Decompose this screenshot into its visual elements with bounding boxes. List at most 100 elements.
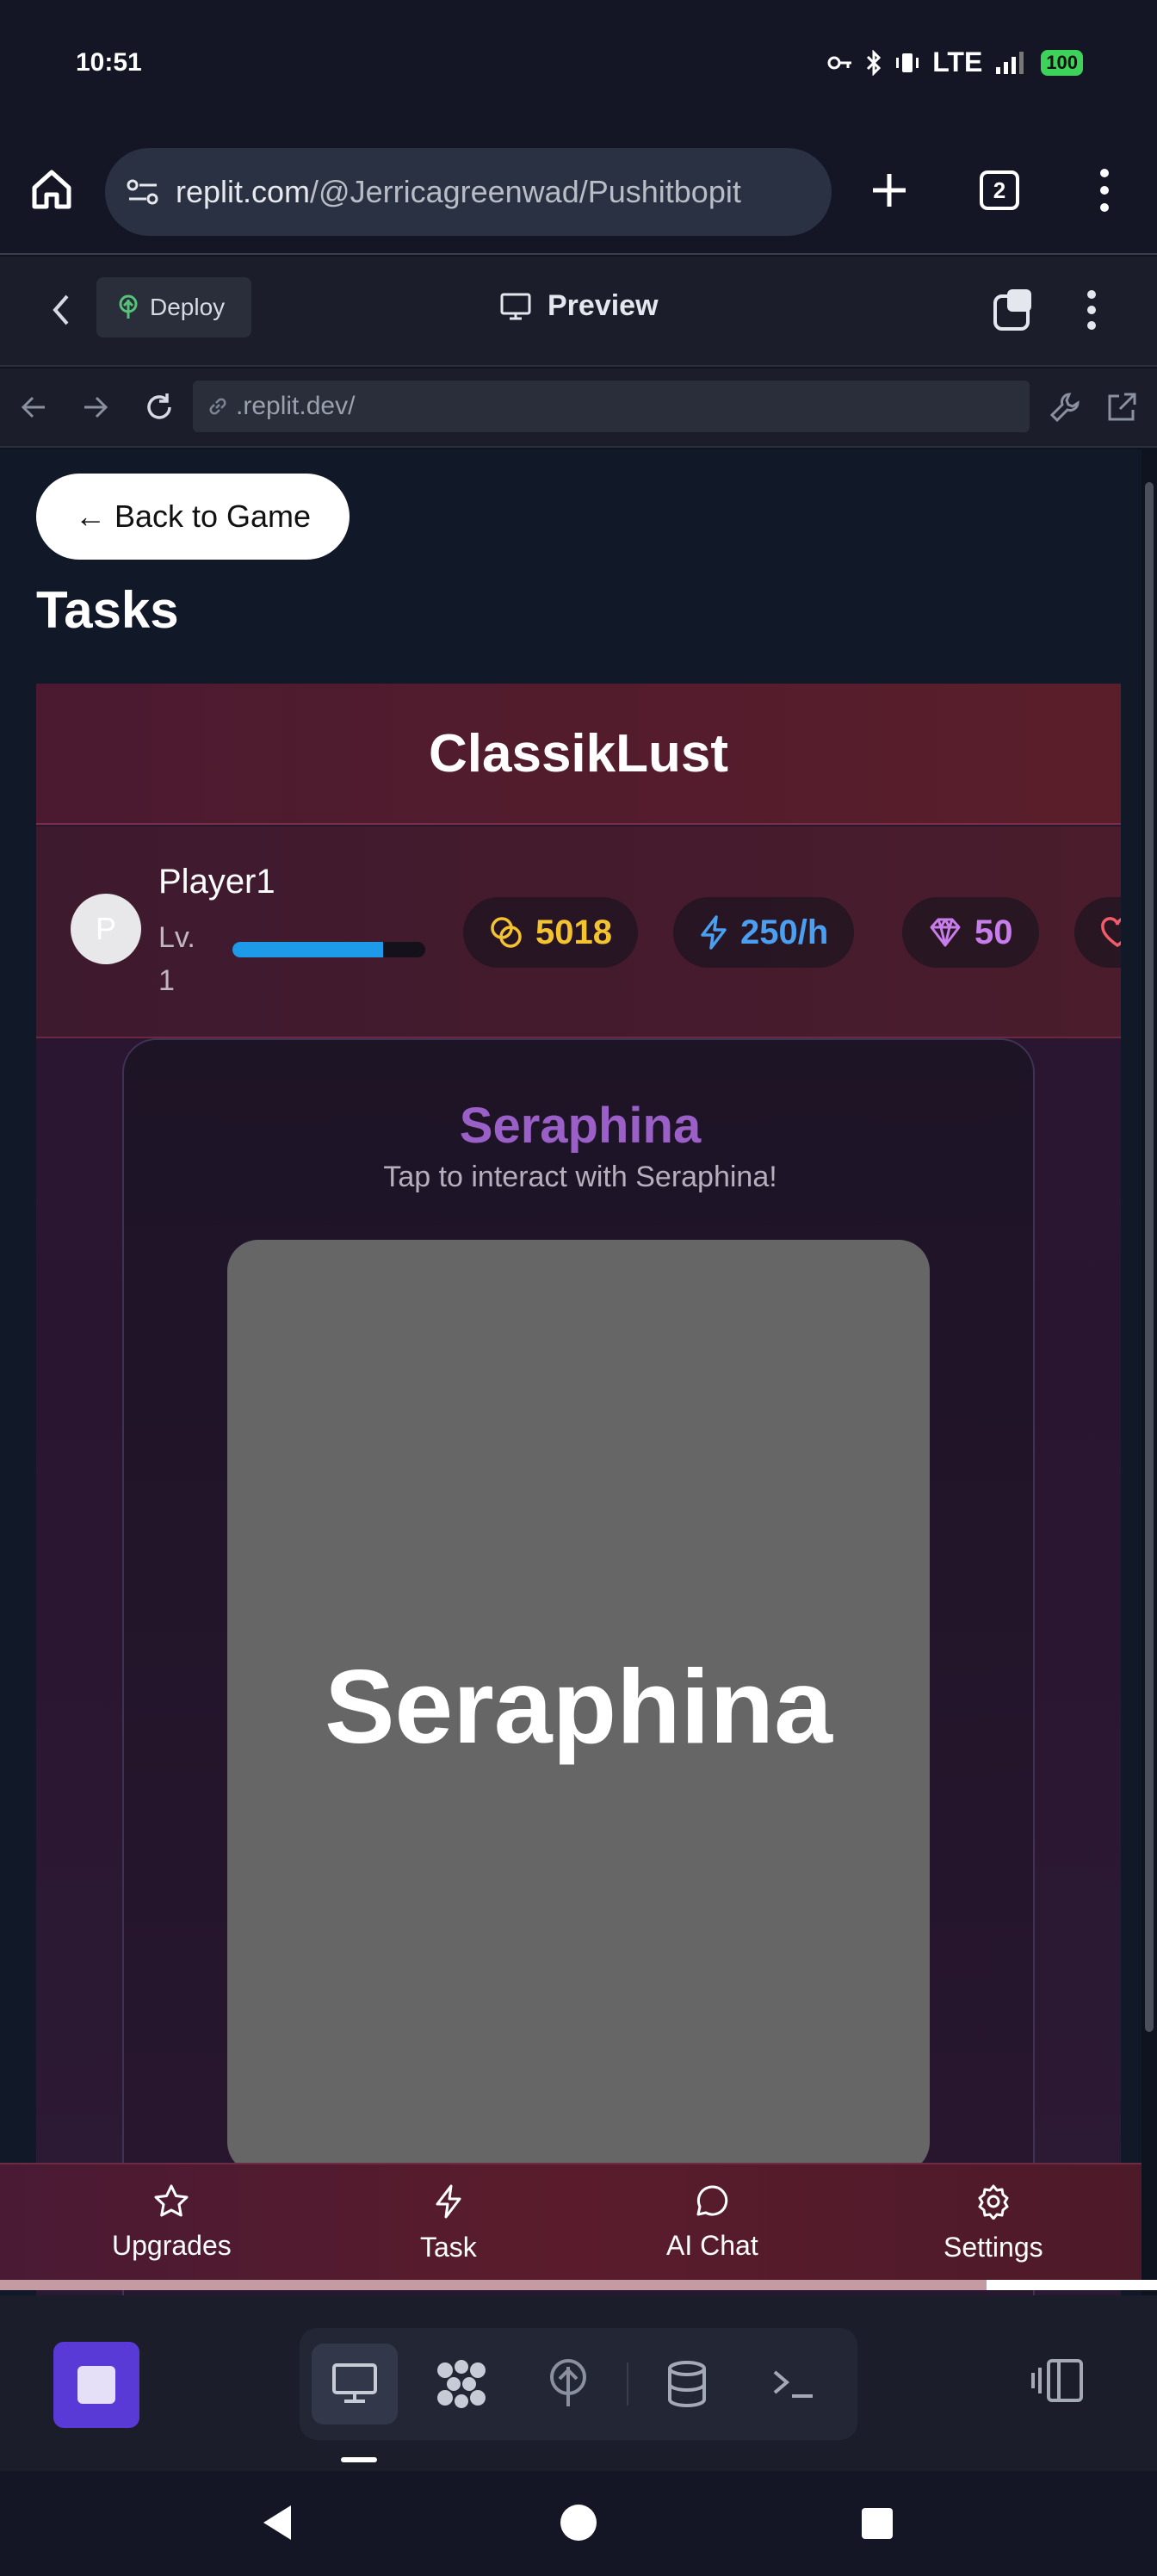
character-card: Seraphina Tap to interact with Seraphina…: [122, 1038, 1035, 2299]
nav-settings-label: Settings: [944, 2232, 1043, 2263]
preview-tab[interactable]: Preview: [499, 289, 659, 323]
hearts-chip: 4: [1074, 897, 1121, 968]
gems-value: 50: [974, 913, 1013, 951]
game-page: ← Back to Game Tasks ClassikLust P Playe…: [0, 449, 1142, 2299]
url-text: replit.com/@Jerricagreenwad/Pushitbopit: [176, 174, 741, 210]
tool-database[interactable]: [644, 2344, 730, 2424]
replit-toolbar: [0, 2295, 1157, 2471]
gem-icon: [930, 918, 961, 947]
home-icon[interactable]: [29, 167, 74, 212]
xp-progress-bar: [232, 942, 425, 957]
monitor-icon: [332, 2363, 377, 2403]
network-type: LTE: [932, 46, 983, 77]
coins-icon: [491, 917, 522, 948]
player-stats-row: P Player1 Lv. 1 5018 250/h 50 4: [36, 827, 1121, 1038]
character-subtitle: Tap to interact with Seraphina!: [383, 1161, 777, 1193]
tool-deploy[interactable]: [525, 2344, 611, 2424]
star-icon: [154, 2184, 189, 2217]
lightning-icon: [436, 2184, 461, 2219]
back-chevron-icon[interactable]: [50, 293, 72, 327]
page-title: Tasks: [36, 581, 179, 639]
nav-ai-chat[interactable]: AI Chat: [666, 2183, 758, 2262]
deploy-icon: [550, 2359, 586, 2406]
page-load-progress: [0, 2280, 1157, 2290]
android-home-icon[interactable]: [560, 2504, 597, 2542]
terminal-icon: [773, 2370, 813, 2398]
game-bottom-nav: Upgrades Task AI Chat Settings: [0, 2163, 1142, 2287]
replit-header: Deploy Preview: [0, 257, 1157, 367]
webview-address-field[interactable]: .replit.dev/: [193, 381, 1030, 432]
android-recents-icon[interactable]: [861, 2507, 894, 2540]
tool-preview[interactable]: [312, 2344, 398, 2424]
vpn-key-icon: [827, 56, 852, 69]
reload-icon[interactable]: [143, 391, 176, 424]
android-back-icon[interactable]: [260, 2504, 294, 2542]
stop-button[interactable]: [53, 2342, 139, 2428]
webview-address: .replit.dev/: [236, 392, 356, 420]
nav-task[interactable]: Task: [420, 2183, 477, 2263]
game-panel: ClassikLust P Player1 Lv. 1 5018 250/h 5…: [36, 684, 1121, 2299]
url-path: /@Jerricagreenwad/Pushitbopit: [310, 174, 741, 209]
coins-chip: 5018: [463, 897, 638, 968]
player-level: Lv. 1: [158, 921, 195, 997]
tab-switcher-button[interactable]: 2: [980, 170, 1019, 210]
nav-back-icon[interactable]: [19, 393, 48, 422]
back-to-game-button[interactable]: ← Back to Game: [36, 474, 350, 560]
deploy-button[interactable]: Deploy: [96, 277, 251, 337]
tool-workflows[interactable]: [418, 2344, 504, 2424]
heart-icon: [1101, 917, 1121, 948]
monitor-icon: [500, 293, 531, 319]
signal-icon: [996, 51, 1024, 74]
site-settings-icon[interactable]: [126, 177, 160, 207]
vibrate-icon: [896, 53, 919, 72]
character-image[interactable]: Seraphina: [227, 1240, 930, 2173]
stop-icon: [77, 2366, 115, 2404]
active-tool-indicator: [341, 2457, 377, 2462]
database-icon: [668, 2361, 706, 2408]
link-icon: [209, 398, 226, 415]
page-load-progress-fill: [0, 2280, 987, 2290]
browser-toolbar: replit.com/@Jerricagreenwad/Pushitbopit …: [0, 129, 1157, 255]
nav-ai-chat-label: AI Chat: [666, 2230, 758, 2261]
gear-icon: [978, 2184, 1009, 2220]
energy-rate-chip: 250/h: [673, 897, 855, 968]
status-time: 10:51: [76, 48, 142, 77]
android-nav-bar: [0, 2471, 1157, 2576]
page-scrollbar[interactable]: [1145, 482, 1154, 2032]
player-name: Player1: [158, 863, 275, 901]
workflow-dots-icon: [437, 2360, 486, 2408]
url-host: replit.com: [176, 174, 311, 209]
status-icons: LTE 100: [827, 46, 1083, 78]
battery-level: 100: [1041, 49, 1083, 76]
deploy-label: Deploy: [150, 294, 226, 320]
browser-menu-icon[interactable]: [1098, 167, 1111, 214]
preview-label: Preview: [548, 289, 659, 322]
devtools-wrench-icon[interactable]: [1049, 391, 1081, 424]
pane-layout-icon[interactable]: [1030, 2357, 1085, 2406]
tool-shell[interactable]: [751, 2344, 837, 2424]
deploy-icon: [119, 294, 138, 319]
open-external-icon[interactable]: [1105, 391, 1138, 424]
bluetooth-icon: [867, 49, 882, 76]
webview-nav: .replit.dev/: [0, 368, 1157, 448]
lightning-icon: [701, 915, 727, 950]
coins-value: 5018: [535, 913, 612, 951]
address-bar[interactable]: replit.com/@Jerricagreenwad/Pushitbopit: [105, 148, 832, 236]
nav-forward-icon[interactable]: [81, 393, 110, 422]
nav-task-label: Task: [420, 2232, 477, 2263]
tool-divider: [627, 2362, 628, 2406]
nav-upgrades[interactable]: Upgrades: [112, 2183, 232, 2262]
avatar[interactable]: P: [71, 894, 141, 964]
chat-icon: [696, 2185, 728, 2216]
status-bar: 10:51 LTE 100: [0, 0, 1157, 129]
character-name: Seraphina: [459, 1098, 702, 1154]
tabs-icon[interactable]: [992, 288, 1036, 332]
tool-switcher: [300, 2328, 857, 2440]
new-tab-icon[interactable]: [869, 170, 909, 210]
game-title: ClassikLust: [36, 684, 1121, 825]
energy-rate-value: 250/h: [740, 913, 829, 951]
nav-upgrades-label: Upgrades: [112, 2230, 232, 2261]
nav-settings[interactable]: Settings: [944, 2183, 1043, 2263]
replit-menu-icon[interactable]: [1086, 289, 1097, 331]
xp-progress-fill: [232, 942, 383, 957]
